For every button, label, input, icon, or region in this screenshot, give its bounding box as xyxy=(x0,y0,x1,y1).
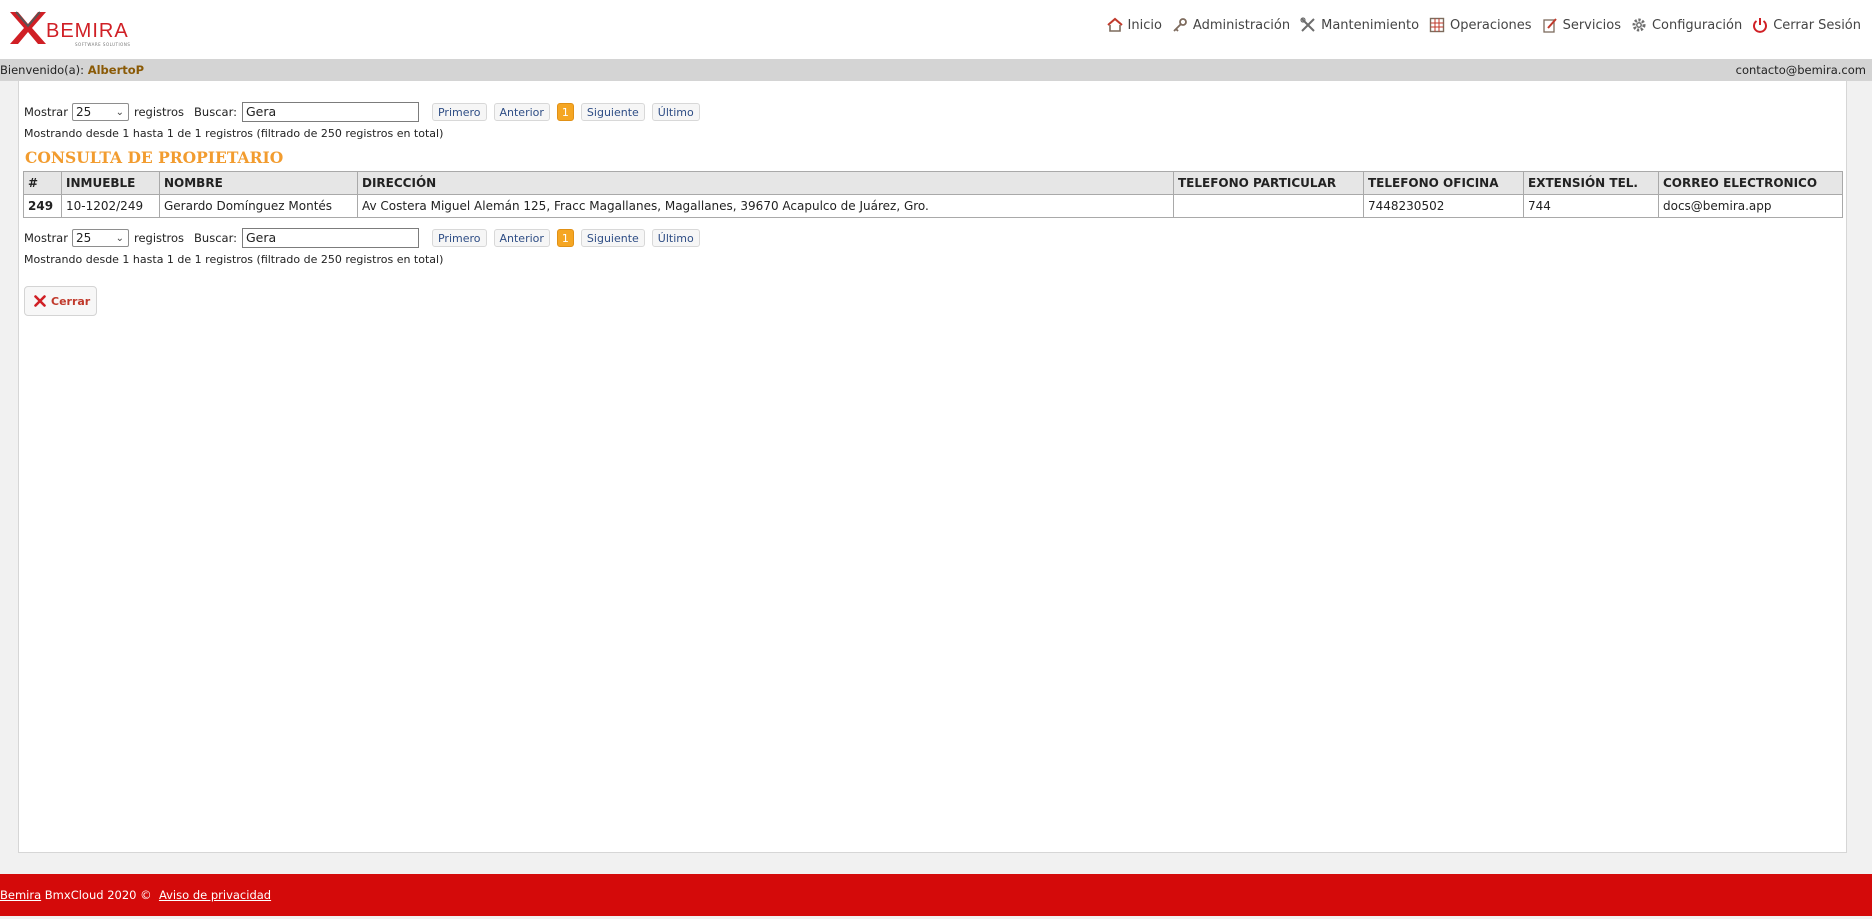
nav-label: Inicio xyxy=(1127,17,1162,33)
welcome-bar: Bienvenido(a): AlbertoP contacto@bemira.… xyxy=(0,59,1872,81)
page-title: CONSULTA DE PROPIETARIO xyxy=(25,148,284,167)
grid-icon xyxy=(1429,17,1445,33)
show-label: Mostrar xyxy=(24,231,68,245)
records-info-bottom: Mostrando desde 1 hasta 1 de 1 registros… xyxy=(24,253,444,266)
privacy-link[interactable]: Aviso de privacidad xyxy=(159,888,271,902)
nav-servicios[interactable]: Servicios xyxy=(1537,17,1626,33)
pagination: Primero Anterior 1 Siguiente Último xyxy=(431,103,707,121)
footer: Bemira BmxCloud 2020 © Aviso de privacid… xyxy=(0,874,1872,916)
col-direccion[interactable]: DIRECCIÓN xyxy=(357,171,1174,195)
nav-label: Configuración xyxy=(1651,17,1743,33)
logo-subtitle: SOFTWARE SOLUTIONS xyxy=(75,42,131,47)
chevron-down-icon: ⌄ xyxy=(115,233,124,244)
close-button[interactable]: Cerrar xyxy=(24,286,97,316)
search-input[interactable]: Gera xyxy=(241,102,419,122)
first-page-button[interactable]: Primero xyxy=(431,103,487,121)
cell-correo: docs@bemira.app xyxy=(1658,194,1843,218)
search-label: Buscar: xyxy=(194,105,237,119)
tools-icon xyxy=(1300,17,1315,32)
nav-label: Mantenimiento xyxy=(1321,17,1420,33)
contact-email: contacto@bemira.com xyxy=(1735,63,1866,77)
close-button-label: Cerrar xyxy=(51,294,91,308)
search-label: Buscar: xyxy=(194,231,237,245)
cell-number: 249 xyxy=(23,194,62,218)
current-page-button[interactable]: 1 xyxy=(556,103,574,121)
prev-page-button[interactable]: Anterior xyxy=(493,229,550,247)
logo-text: BEMIRA xyxy=(46,20,129,42)
page-size-select[interactable]: 25 ⌄ xyxy=(71,103,129,121)
current-page-button[interactable]: 1 xyxy=(556,229,574,247)
page-size-select[interactable]: 25 ⌄ xyxy=(71,229,129,247)
last-page-button[interactable]: Último xyxy=(651,229,700,247)
nav-inicio[interactable]: Inicio xyxy=(1102,17,1167,33)
welcome-text: Bienvenido(a): AlbertoP xyxy=(0,59,144,81)
cell-telefono-particular xyxy=(1173,194,1364,218)
prev-page-button[interactable]: Anterior xyxy=(493,103,550,121)
table-row[interactable]: 249 10-1202/249 Gerardo Domínguez Montés… xyxy=(23,194,1843,218)
table-header-row: # INMUEBLE NOMBRE DIRECCIÓN TELEFONO PAR… xyxy=(23,171,1843,195)
power-icon xyxy=(1753,18,1768,33)
next-page-button[interactable]: Siguiente xyxy=(580,229,645,247)
nav-cerrar-sesion[interactable]: Cerrar Sesión xyxy=(1747,17,1866,33)
top-header: BEMIRA SOFTWARE SOLUTIONS Inicio Adminis… xyxy=(0,0,1872,59)
bemira-link[interactable]: Bemira xyxy=(0,888,41,902)
records-label: registros xyxy=(133,231,185,245)
first-page-button[interactable]: Primero xyxy=(431,229,487,247)
cell-direccion: Av Costera Miguel Alemán 125, Fracc Maga… xyxy=(357,194,1174,218)
table-controls-top: Mostrar 25 ⌄ registros Buscar: Gera Prime… xyxy=(24,102,707,122)
col-telefono-particular[interactable]: TELEFONO PARTICULAR xyxy=(1173,171,1364,195)
nav-label: Operaciones xyxy=(1450,17,1532,33)
col-inmueble[interactable]: INMUEBLE xyxy=(61,171,160,195)
user-name: AlbertoP xyxy=(87,63,145,77)
col-nombre[interactable]: NOMBRE xyxy=(159,171,358,195)
bemira-logo[interactable]: BEMIRA SOFTWARE SOLUTIONS xyxy=(8,8,132,48)
nav-label: Servicios xyxy=(1562,17,1621,33)
gear-icon xyxy=(1632,18,1646,32)
records-info-top: Mostrando desde 1 hasta 1 de 1 registros… xyxy=(24,127,444,140)
nav-configuracion[interactable]: Configuración xyxy=(1626,17,1747,33)
next-page-button[interactable]: Siguiente xyxy=(580,103,645,121)
records-label: registros xyxy=(133,105,185,119)
owners-table: # INMUEBLE NOMBRE DIRECCIÓN TELEFONO PAR… xyxy=(23,171,1843,218)
nav-label: Administración xyxy=(1192,17,1291,33)
welcome-label: Bienvenido(a): xyxy=(0,63,85,77)
home-icon xyxy=(1106,17,1123,32)
table-controls-bottom: Mostrar 25 ⌄ registros Buscar: Gera Prime… xyxy=(24,228,707,248)
main-nav: Inicio Administración Mantenimiento Oper… xyxy=(1102,17,1866,33)
nav-administracion[interactable]: Administración xyxy=(1167,17,1295,33)
col-telefono-oficina[interactable]: TELEFONO OFICINA xyxy=(1363,171,1524,195)
show-label: Mostrar xyxy=(24,105,68,119)
cell-telefono-oficina: 7448230502 xyxy=(1363,194,1524,218)
cell-extension: 744 xyxy=(1523,194,1659,218)
edit-icon xyxy=(1542,18,1557,33)
page-size-value: 25 xyxy=(75,105,92,119)
cell-nombre: Gerardo Domínguez Montés xyxy=(159,194,358,218)
key-icon xyxy=(1173,18,1187,32)
last-page-button[interactable]: Último xyxy=(651,103,700,121)
search-input[interactable]: Gera xyxy=(241,228,419,248)
col-extension[interactable]: EXTENSIÓN TEL. xyxy=(1523,171,1659,195)
main-panel: Mostrar 25 ⌄ registros Buscar: Gera Prime… xyxy=(18,81,1847,853)
pagination: Primero Anterior 1 Siguiente Último xyxy=(431,229,707,247)
page-size-value: 25 xyxy=(75,231,92,245)
footer-text: BmxCloud 2020 © xyxy=(41,888,156,902)
col-number[interactable]: # xyxy=(23,171,62,195)
col-correo[interactable]: CORREO ELECTRONICO xyxy=(1658,171,1843,195)
nav-mantenimiento[interactable]: Mantenimiento xyxy=(1295,17,1424,33)
nav-label: Cerrar Sesión xyxy=(1773,17,1861,33)
chevron-down-icon: ⌄ xyxy=(115,107,124,118)
close-icon xyxy=(34,295,46,307)
cell-inmueble: 10-1202/249 xyxy=(61,194,160,218)
nav-operaciones[interactable]: Operaciones xyxy=(1424,17,1537,33)
